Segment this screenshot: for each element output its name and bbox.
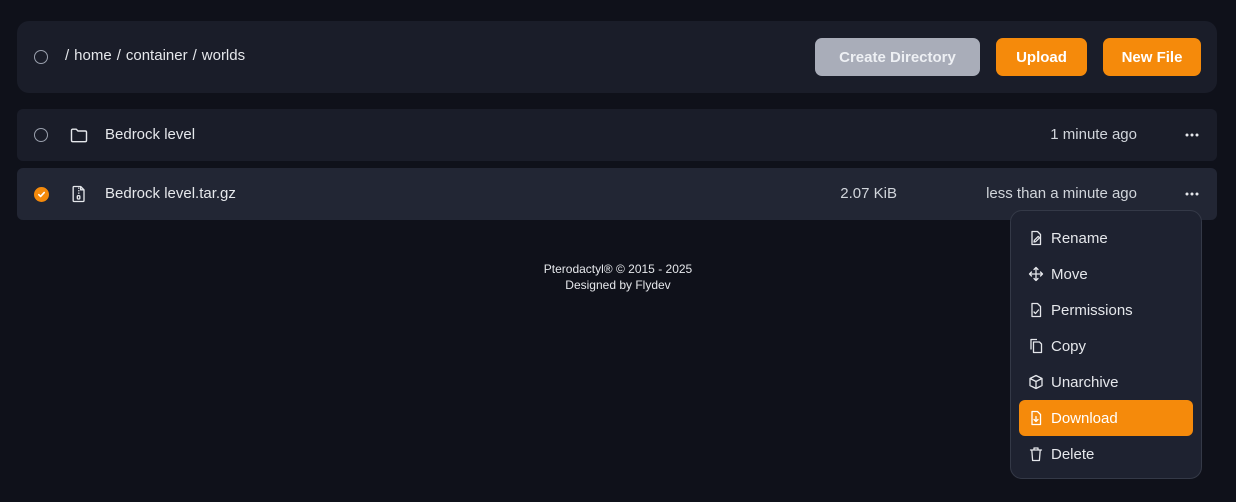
menu-item-permissions[interactable]: Permissions <box>1019 292 1193 328</box>
unarchive-icon <box>1029 374 1043 390</box>
breadcrumb-worlds: worlds <box>201 47 246 64</box>
select-all-checkbox[interactable] <box>34 50 48 64</box>
breadcrumb-container[interactable]: container <box>126 47 188 64</box>
breadcrumb-home[interactable]: home <box>74 47 112 64</box>
menu-item-unarchive[interactable]: Unarchive <box>1019 364 1193 400</box>
menu-item-download[interactable]: Download <box>1019 400 1193 436</box>
ellipsis-icon <box>1185 133 1199 137</box>
menu-item-label: Copy <box>1051 337 1087 355</box>
delete-icon <box>1029 447 1043 462</box>
menu-item-rename[interactable]: Rename <box>1019 220 1193 256</box>
more-options-button[interactable] <box>1181 124 1203 146</box>
file-name[interactable]: Bedrock level.tar.gz <box>105 185 236 202</box>
ellipsis-icon <box>1185 192 1199 196</box>
row-select-checkbox-checked[interactable] <box>34 187 49 202</box>
download-icon <box>1031 410 1042 426</box>
copy-icon <box>1030 338 1043 354</box>
new-file-button[interactable]: New File <box>1103 38 1201 76</box>
file-modified: 1 minute ago <box>1050 126 1137 143</box>
folder-icon <box>70 128 88 143</box>
breadcrumb-separator: / <box>65 47 70 64</box>
breadcrumb-separator: / <box>192 47 197 64</box>
file-size: 2.07 KiB <box>840 185 897 202</box>
menu-item-copy[interactable]: Copy <box>1019 328 1193 364</box>
file-context-menu: Rename Move Permissions Copy Unarchive D… <box>1010 210 1202 479</box>
move-icon <box>1028 266 1044 282</box>
row-select-checkbox[interactable] <box>34 128 48 142</box>
archive-file-icon <box>72 185 85 203</box>
menu-item-label: Permissions <box>1051 301 1133 319</box>
menu-item-label: Move <box>1051 265 1088 283</box>
more-options-button[interactable] <box>1181 183 1203 205</box>
menu-item-label: Unarchive <box>1051 373 1119 391</box>
menu-item-move[interactable]: Move <box>1019 256 1193 292</box>
menu-item-label: Rename <box>1051 229 1108 247</box>
permissions-icon <box>1031 302 1042 318</box>
menu-item-label: Download <box>1051 409 1118 427</box>
file-modified: less than a minute ago <box>986 185 1137 202</box>
create-directory-button[interactable]: Create Directory <box>815 38 980 76</box>
breadcrumb: / home / container / worlds <box>65 47 250 64</box>
menu-item-delete[interactable]: Delete <box>1019 436 1193 472</box>
file-toolbar: / home / container / worlds Create Directory … <box>17 21 1217 93</box>
file-row[interactable]: Bedrock level 1 minute ago <box>17 109 1217 161</box>
breadcrumb-separator: / <box>116 47 121 64</box>
file-name[interactable]: Bedrock level <box>105 126 195 143</box>
upload-button[interactable]: Upload <box>996 38 1087 76</box>
menu-item-label: Delete <box>1051 445 1095 463</box>
checkmark-icon <box>37 191 46 198</box>
rename-icon <box>1031 230 1042 246</box>
file-manager: / home / container / worlds Create Directory … <box>0 0 1236 502</box>
